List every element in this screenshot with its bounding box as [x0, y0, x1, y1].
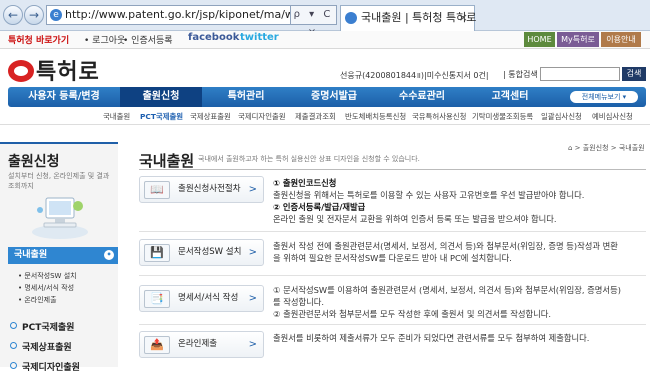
- breadcrumb: ⌂ > 출원신청 > 국내출원: [568, 144, 645, 152]
- step-spec-write-button[interactable]: 📑 명세서/서식 작성 >: [139, 285, 264, 312]
- nav-patent-mgmt[interactable]: 특허관리: [202, 87, 290, 107]
- step-desc: ① 문서작성SW를 이용하여 출원관련문서 (명세서, 보정서, 의견서 등)와…: [273, 285, 621, 319]
- step-label: 온라인제출: [178, 339, 218, 349]
- step-label: 명세서/서식 작성: [178, 293, 239, 303]
- facebook-link[interactable]: facebook: [188, 32, 239, 43]
- utility-bar: 특허청 바로가기 • 로그아웃 • 인증서등록 facebook twitter…: [0, 31, 650, 49]
- subnav-result[interactable]: 제출결과조회: [295, 111, 336, 122]
- title-divider: [139, 169, 646, 170]
- step-pre-procedure-button[interactable]: 📖 출원신청사전절차 >: [139, 176, 264, 203]
- nav-support[interactable]: 고객센터: [466, 87, 554, 107]
- sidebar-sub-spec-write[interactable]: • 명세서/서식 작성: [18, 283, 74, 293]
- full-menu-button[interactable]: 전체메뉴보기 ▾: [570, 91, 638, 103]
- nav-certificate[interactable]: 증명서발급: [290, 87, 378, 107]
- chevron-right-icon: >: [248, 293, 257, 304]
- computer-illustration-icon: [32, 197, 88, 239]
- address-bar[interactable]: e http://www.patent.go.kr/jsp/kiponet/ma…: [46, 5, 291, 25]
- divider: [139, 275, 646, 276]
- upload-icon: 📤: [144, 336, 170, 354]
- step-label: 문서작성SW 설치: [178, 247, 242, 257]
- sidebar-sub-sw-install[interactable]: • 문서작성SW 설치: [18, 271, 77, 281]
- shortcut-link[interactable]: 특허청 바로가기: [8, 33, 69, 46]
- subnav-pct[interactable]: PCT국제출원: [140, 111, 183, 122]
- divider: [139, 324, 646, 325]
- step-sw-install-button[interactable]: 💾 문서작성SW 설치 >: [139, 239, 264, 266]
- sidebar-title: 출원신청: [8, 154, 60, 170]
- url-text: http://www.patent.go.kr/jsp/kiponet/ma/w…: [65, 8, 290, 21]
- nav-application[interactable]: 출원신청: [120, 87, 202, 107]
- twitter-link[interactable]: twitter: [240, 32, 279, 43]
- guide-button[interactable]: 이용안내: [601, 32, 641, 47]
- page-subtitle: 국내에서 출원하고자 하는 특허 실용신안 상표 디자인을 신청할 수 있습니다…: [198, 155, 420, 163]
- document-icon: 📑: [144, 290, 170, 308]
- nav-user-register[interactable]: 사용자 등록/변경: [8, 87, 120, 107]
- step-label: 출원신청사전절차: [178, 184, 241, 194]
- sidebar-item-pct[interactable]: PCT국제출원: [10, 320, 74, 333]
- subnav-pre-exam[interactable]: 예비심사신청: [592, 111, 633, 122]
- subnav-bulk-exam[interactable]: 일괄심사신청: [541, 111, 582, 122]
- sidebar-item-intl-trademark[interactable]: 국제상표출원: [10, 340, 72, 353]
- search-label: | 통합검색: [503, 70, 538, 79]
- browser-toolbar: ← → e http://www.patent.go.kr/jsp/kipone…: [0, 0, 650, 38]
- step-desc: 출원서 작성 전에 출원관련문서(명세서, 보정서, 의견서 등)와 첨부문서(…: [273, 241, 618, 263]
- step-online-submit-button[interactable]: 📤 온라인제출 >: [139, 331, 264, 358]
- chevron-right-icon: >: [248, 184, 257, 195]
- step-desc: 출원서를 비롯하여 제출서류가 모두 준비가 되었다면 관련서류를 모두 첨부하…: [273, 333, 590, 343]
- cert-link[interactable]: • 인증서등록: [123, 33, 173, 46]
- chevron-right-icon: >: [248, 339, 257, 350]
- sub-nav: 국내출원 PCT국제출원 국제상표출원 국제디자인출원 제출결과조회 반도체배치…: [0, 107, 650, 125]
- user-info: 선웅규(4200801844॥)|미수신통지서 0건|: [340, 71, 489, 80]
- forward-button[interactable]: →: [24, 5, 44, 25]
- logout-link[interactable]: • 로그아웃: [84, 33, 125, 46]
- logo-mark-icon: [8, 60, 34, 82]
- sidebar-active-mark-icon: •: [104, 250, 114, 260]
- sidebar-item-domestic[interactable]: 국내출원 •: [8, 247, 118, 264]
- search-input[interactable]: [540, 67, 620, 81]
- subnav-intl-trademark[interactable]: 국제상표출원: [190, 111, 231, 122]
- back-button[interactable]: ←: [3, 5, 23, 25]
- sidebar-sub-online-submit[interactable]: • 온라인제출: [18, 295, 57, 305]
- nav-fees[interactable]: 수수료관리: [378, 87, 466, 107]
- main-nav: 사용자 등록/변경 출원신청 특허관리 증명서발급 수수료관리 고객센터: [8, 87, 646, 107]
- ie-icon: e: [50, 9, 62, 21]
- subnav-national-patent[interactable]: 국유특허사용신청: [412, 111, 466, 122]
- subnav-microbe[interactable]: 기탁미생물조회등록: [472, 111, 533, 122]
- subnav-intl-design[interactable]: 국제디자인출원: [238, 111, 286, 122]
- search-button[interactable]: 검색: [622, 67, 646, 81]
- subnav-domestic[interactable]: 국내출원: [103, 111, 130, 122]
- home-button[interactable]: HOME: [524, 32, 555, 47]
- disk-icon: 💾: [144, 244, 170, 262]
- tab-favicon: [345, 12, 357, 24]
- step-desc: ① 출원인코드신청 출원신청을 위해서는 특허로를 이용할 수 있는 사용자 고…: [273, 178, 585, 224]
- sidebar-desc: 설치부터 신청, 온라인제출 및 결과조회까지: [8, 172, 110, 190]
- divider: [139, 231, 646, 232]
- address-tools[interactable]: ρ ▾ C ×: [291, 5, 337, 38]
- subnav-semiconductor[interactable]: 반도체배치등록신청: [345, 111, 406, 122]
- tab-close-icon[interactable]: ×: [459, 6, 468, 30]
- browser-tab[interactable]: 국내출원 | 특허청 특허로 ×: [340, 5, 476, 31]
- book-icon: 📖: [144, 181, 170, 199]
- my-button[interactable]: My특허로: [557, 32, 599, 47]
- logo[interactable]: 특허로: [8, 54, 100, 86]
- page-title: 국내출원: [139, 152, 195, 170]
- chevron-right-icon: >: [248, 247, 257, 258]
